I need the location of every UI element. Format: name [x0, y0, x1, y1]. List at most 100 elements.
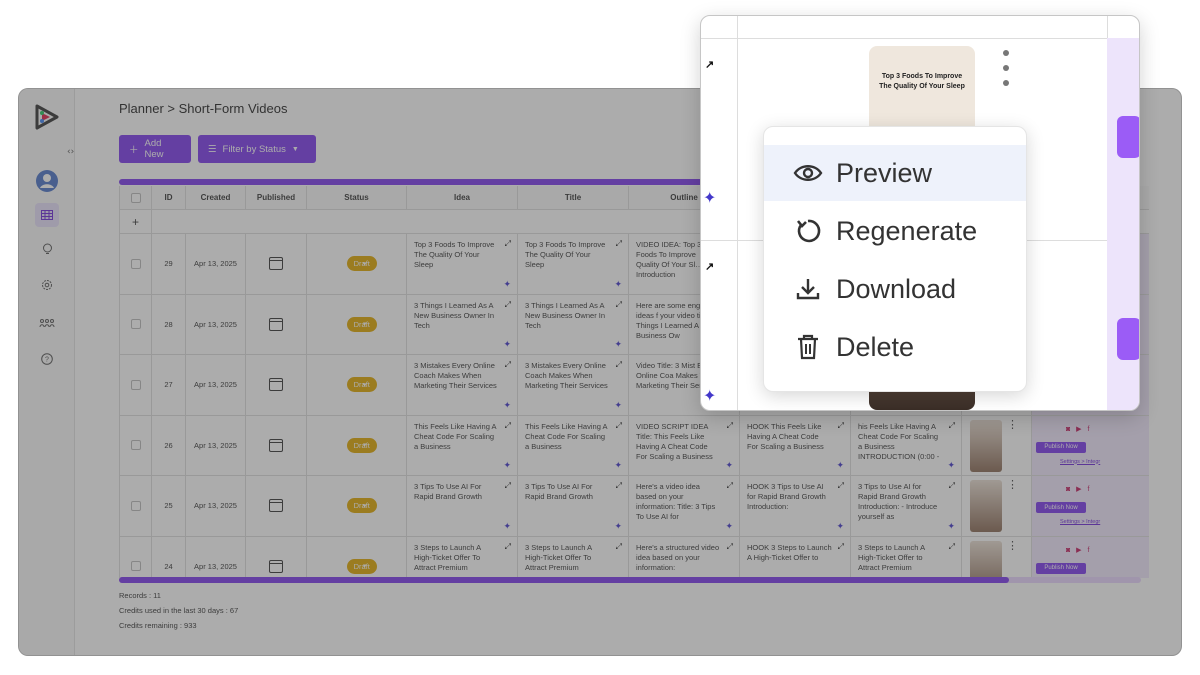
- settings-integrations-link[interactable]: Settings > Integr: [1060, 519, 1100, 525]
- magic-wand-icon[interactable]: ✦: [503, 521, 511, 532]
- calendar-icon[interactable]: [269, 438, 283, 452]
- cell-title[interactable]: This Feels Like Having A Cheat Code For …: [518, 415, 629, 476]
- cell-title[interactable]: 3 Mistakes Every Online Coach Makes When…: [518, 355, 629, 416]
- expand-icon[interactable]: ⤢: [838, 421, 844, 431]
- thumbnail-image[interactable]: [970, 480, 1002, 532]
- user-avatar-icon[interactable]: [35, 169, 59, 193]
- magic-wand-icon[interactable]: ✦: [725, 521, 733, 532]
- expand-icon[interactable]: ⤢: [505, 481, 511, 491]
- column-header-title[interactable]: Title: [518, 186, 629, 210]
- menu-item-delete[interactable]: Delete: [764, 319, 1026, 375]
- magic-wand-icon[interactable]: ✦: [614, 279, 622, 290]
- expand-icon[interactable]: ⤢: [505, 300, 511, 310]
- settings-gear-icon[interactable]: [35, 273, 59, 297]
- planner-table-icon[interactable]: [35, 203, 59, 227]
- expand-icon[interactable]: ⤢: [727, 542, 733, 552]
- expand-arrow-icon[interactable]: ↗: [705, 260, 714, 273]
- more-options-icon[interactable]: ⋮: [1007, 478, 1018, 491]
- column-header-created[interactable]: Created: [186, 186, 246, 210]
- magic-wand-icon[interactable]: ✦: [614, 339, 622, 350]
- expand-icon[interactable]: ⤢: [727, 481, 733, 491]
- magic-wand-icon[interactable]: ✦: [725, 460, 733, 471]
- menu-item-preview[interactable]: Preview: [764, 145, 1026, 201]
- help-icon[interactable]: ?: [35, 347, 59, 371]
- thumbnail-image[interactable]: [970, 419, 1002, 472]
- magic-wand-icon[interactable]: ✦: [503, 460, 511, 471]
- cell-idea[interactable]: 3 Tips To Use AI For Rapid Brand Growth ⤢…: [407, 476, 518, 537]
- expand-icon[interactable]: ⤢: [505, 360, 511, 370]
- thumbnail-image[interactable]: [970, 540, 1002, 578]
- magic-wand-icon[interactable]: ✦: [614, 460, 622, 471]
- more-options-icon[interactable]: ⋮: [1007, 418, 1018, 431]
- expand-icon[interactable]: ⤢: [505, 239, 511, 249]
- column-header-published[interactable]: Published: [246, 186, 307, 210]
- expand-icon[interactable]: ⤢: [616, 300, 622, 310]
- expand-icon[interactable]: ⤢: [838, 542, 844, 552]
- cell-title[interactable]: Top 3 Foods To Improve The Quality Of Yo…: [518, 234, 629, 295]
- expand-icon[interactable]: ⤢: [949, 481, 955, 491]
- expand-icon[interactable]: ⤢: [949, 421, 955, 431]
- publish-button-partial[interactable]: [1117, 318, 1139, 360]
- expand-icon[interactable]: ⤢: [616, 360, 622, 370]
- cell-hook[interactable]: HOOK 3 Tips to Use AI for Rapid Brand Gr…: [740, 476, 851, 537]
- magic-wand-icon[interactable]: ✦: [614, 521, 622, 532]
- more-options-icon[interactable]: [1003, 50, 1009, 95]
- expand-icon[interactable]: ⤢: [616, 239, 622, 249]
- column-header-status[interactable]: Status: [307, 186, 407, 210]
- expand-icon[interactable]: ⤢: [616, 481, 622, 491]
- cell-outline[interactable]: VIDEO SCRIPT IDEA Title: This Feels Like…: [629, 415, 740, 476]
- collapse-sidebar-icon[interactable]: ‹›: [67, 147, 74, 157]
- cell-idea[interactable]: 3 Steps to Launch A High-Ticket Offer To…: [407, 536, 518, 578]
- cell-hook[interactable]: HOOK 3 Steps to Launch A High-Ticket Off…: [740, 536, 851, 578]
- row-checkbox[interactable]: [130, 440, 141, 451]
- add-new-button[interactable]: ＋ Add New: [119, 135, 191, 163]
- cell-hook[interactable]: HOOK This Feels Like Having A Cheat Code…: [740, 415, 851, 476]
- menu-item-download[interactable]: Download: [764, 261, 1026, 317]
- status-badge[interactable]: Draft: [346, 437, 377, 453]
- magic-wand-icon[interactable]: ✦: [836, 521, 844, 532]
- cell-idea[interactable]: 3 Things I Learned As A New Business Own…: [407, 294, 518, 355]
- expand-icon[interactable]: ⤢: [616, 421, 622, 431]
- horizontal-scrollbar[interactable]: [119, 577, 1141, 583]
- cell-idea[interactable]: This Feels Like Having A Cheat Code For …: [407, 415, 518, 476]
- status-badge[interactable]: Draft: [346, 316, 377, 332]
- cell-script[interactable]: his Feels Like Having A Cheat Code For S…: [851, 415, 962, 476]
- social-platform-icons[interactable]: ◙ ▶ f: [1066, 485, 1091, 493]
- expand-icon[interactable]: ⤢: [949, 542, 955, 552]
- app-logo[interactable]: [33, 103, 61, 131]
- column-header-idea[interactable]: Idea: [407, 186, 518, 210]
- status-badge[interactable]: Draft: [346, 256, 377, 272]
- cell-outline[interactable]: Here's a structured video idea based on …: [629, 536, 740, 578]
- calendar-icon[interactable]: [269, 559, 283, 573]
- cell-script[interactable]: 3 Tips to Use AI for Rapid Brand Growth …: [851, 476, 962, 537]
- cell-script[interactable]: 3 Steps to Launch A High-Ticket Offer to…: [851, 536, 962, 578]
- row-checkbox[interactable]: [130, 379, 141, 390]
- cell-idea[interactable]: Top 3 Foods To Improve The Quality Of Yo…: [407, 234, 518, 295]
- more-options-icon[interactable]: ⋮: [1007, 539, 1018, 552]
- expand-icon[interactable]: ⤢: [838, 481, 844, 491]
- expand-arrow-icon[interactable]: ↗: [705, 58, 714, 71]
- scrollbar-thumb[interactable]: [119, 577, 1009, 583]
- magic-wand-icon[interactable]: ✦: [947, 460, 955, 471]
- publish-now-button[interactable]: Publish Now: [1036, 502, 1086, 513]
- publish-now-button[interactable]: Publish Now: [1036, 562, 1086, 574]
- filter-status-button[interactable]: ☰ Filter by Status ▼: [198, 135, 316, 163]
- cell-title[interactable]: 3 Things I Learned As A New Business Own…: [518, 294, 629, 355]
- row-checkbox[interactable]: [130, 319, 141, 330]
- expand-icon[interactable]: ⤢: [505, 421, 511, 431]
- magic-sparkle-icon[interactable]: ✦: [703, 188, 716, 208]
- magic-wand-icon[interactable]: ✦: [503, 339, 511, 350]
- cell-title[interactable]: 3 Tips To Use AI For Rapid Brand Growth ⤢…: [518, 476, 629, 537]
- status-badge[interactable]: Draft: [346, 558, 377, 574]
- cell-title[interactable]: 3 Steps to Launch A High-Ticket Offer To…: [518, 536, 629, 578]
- calendar-icon[interactable]: [269, 499, 283, 513]
- magic-wand-icon[interactable]: ✦: [503, 279, 511, 290]
- status-badge[interactable]: Draft: [346, 377, 377, 393]
- magic-wand-icon[interactable]: ✦: [947, 521, 955, 532]
- cell-idea[interactable]: 3 Mistakes Every Online Coach Makes When…: [407, 355, 518, 416]
- team-users-icon[interactable]: [35, 311, 59, 335]
- calendar-icon[interactable]: [269, 257, 283, 271]
- add-row-button[interactable]: +: [120, 210, 152, 234]
- expand-icon[interactable]: ⤢: [616, 542, 622, 552]
- row-checkbox[interactable]: [130, 561, 141, 572]
